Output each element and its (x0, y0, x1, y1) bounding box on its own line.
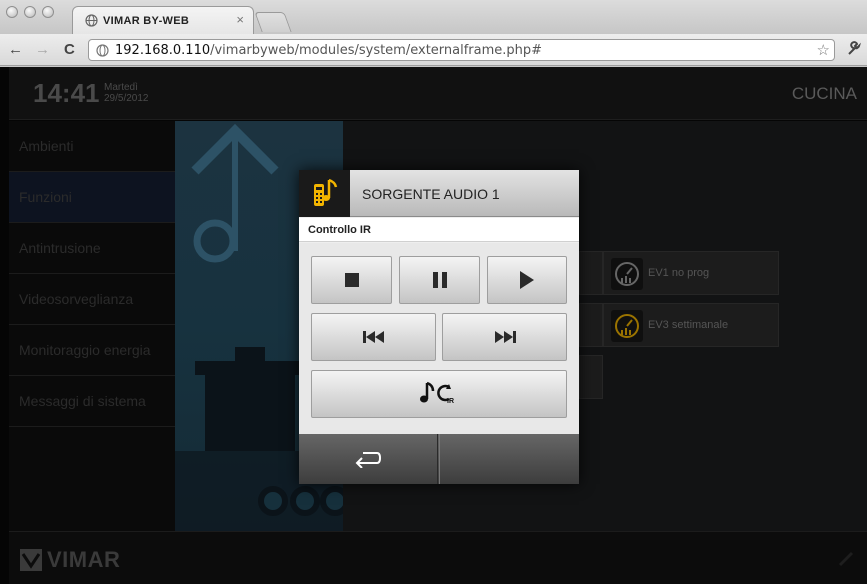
pause-icon (432, 272, 447, 288)
browser-tabstrip: VIMAR BY-WEB × (0, 0, 867, 34)
reload-button[interactable]: C (64, 41, 75, 58)
close-window-button[interactable] (6, 6, 18, 18)
back-button[interactable]: ← (8, 41, 23, 58)
skip-forward-icon (494, 331, 516, 343)
browser-tab[interactable]: VIMAR BY-WEB × (72, 6, 254, 34)
app-footer: VIMAR (9, 531, 867, 584)
settings-icon[interactable] (837, 550, 855, 568)
ir-controls: IR (299, 243, 579, 434)
audio-source-dialog: SORGENTE AUDIO 1 Controllo IR IR (299, 170, 579, 484)
return-arrow-icon (355, 452, 381, 468)
function-tile-ev1[interactable]: EV1 no prog (603, 251, 779, 295)
forward-button[interactable]: → (35, 41, 50, 58)
url-text: 192.168.0.110/vimarbyweb/modules/system/… (115, 43, 542, 58)
clock-time: 14:41 (33, 78, 100, 108)
next-track-button[interactable] (442, 313, 567, 361)
url-path: /vimarbyweb/modules/system/externalframe… (210, 43, 543, 58)
page-info-icon (96, 44, 109, 57)
speed-gauge-icon (611, 310, 643, 342)
empty-footer-slot (439, 434, 579, 484)
back-button[interactable] (299, 434, 438, 484)
wrench-menu-icon[interactable] (846, 41, 862, 61)
music-ir-icon: IR (420, 381, 454, 405)
sidebar-item-monitoraggio-energia[interactable]: Monitoraggio energia (9, 325, 175, 376)
tile-label: EV1 no prog (648, 267, 710, 279)
svg-text:IR: IR (447, 398, 454, 405)
sidebar: Ambienti Funzioni Antintrusione Videosor… (9, 121, 175, 531)
sidebar-item-funzioni[interactable]: Funzioni (9, 172, 175, 223)
pause-button[interactable] (399, 256, 480, 304)
previous-track-button[interactable] (311, 313, 436, 361)
speed-gauge-icon (611, 258, 643, 290)
clock-date: Martedì 29/5/2012 (104, 82, 149, 104)
function-tile-partial[interactable] (579, 303, 603, 347)
address-bar[interactable]: 192.168.0.110/vimarbyweb/modules/system/… (88, 39, 835, 61)
minimize-window-button[interactable] (24, 6, 36, 18)
date-value: 29/5/2012 (104, 93, 149, 104)
browser-toolbar: ← → C 192.168.0.110/vimarbyweb/modules/s… (0, 34, 867, 66)
play-button[interactable] (487, 256, 567, 304)
app-header: 14:41 Martedì 29/5/2012 CUCINA (9, 67, 867, 120)
skip-back-icon (362, 331, 384, 343)
room-title: CUCINA (791, 84, 857, 103)
play-icon (520, 271, 534, 289)
vimar-logo-icon (20, 549, 42, 571)
dialog-footer (299, 434, 579, 484)
function-tile-partial[interactable] (579, 251, 603, 295)
wrench-icon (848, 41, 861, 55)
ir-learn-button[interactable]: IR (311, 370, 567, 418)
sidebar-item-videosorveglianza[interactable]: Videosorveglianza (9, 274, 175, 325)
sidebar-item-ambienti[interactable]: Ambienti (9, 121, 175, 172)
bookmark-star-icon[interactable]: ☆ (817, 41, 830, 59)
brand-logo: VIMAR (47, 547, 121, 572)
stop-button[interactable] (311, 256, 392, 304)
dialog-subtitle: Controllo IR (308, 224, 371, 236)
new-tab-button[interactable] (254, 12, 292, 32)
dialog-header: SORGENTE AUDIO 1 (299, 170, 579, 217)
remote-music-icon (299, 170, 350, 217)
dialog-subheader: Controllo IR (299, 218, 579, 242)
stop-icon (344, 273, 359, 287)
url-host: 192.168.0.110 (115, 43, 211, 58)
sidebar-item-antintrusione[interactable]: Antintrusione (9, 223, 175, 274)
tile-label: EV3 settimanale (648, 319, 729, 331)
tab-close-icon[interactable]: × (236, 12, 244, 27)
tab-title: VIMAR BY-WEB (103, 15, 190, 27)
globe-icon (85, 14, 98, 27)
function-tile-ev3[interactable]: EV3 settimanale (603, 303, 779, 347)
sidebar-item-messaggi-di-sistema[interactable]: Messaggi di sistema (9, 376, 175, 427)
zoom-window-button[interactable] (42, 6, 54, 18)
day-name: Martedì (104, 82, 138, 93)
dialog-title: SORGENTE AUDIO 1 (362, 186, 500, 202)
function-tile-partial[interactable] (579, 355, 603, 399)
